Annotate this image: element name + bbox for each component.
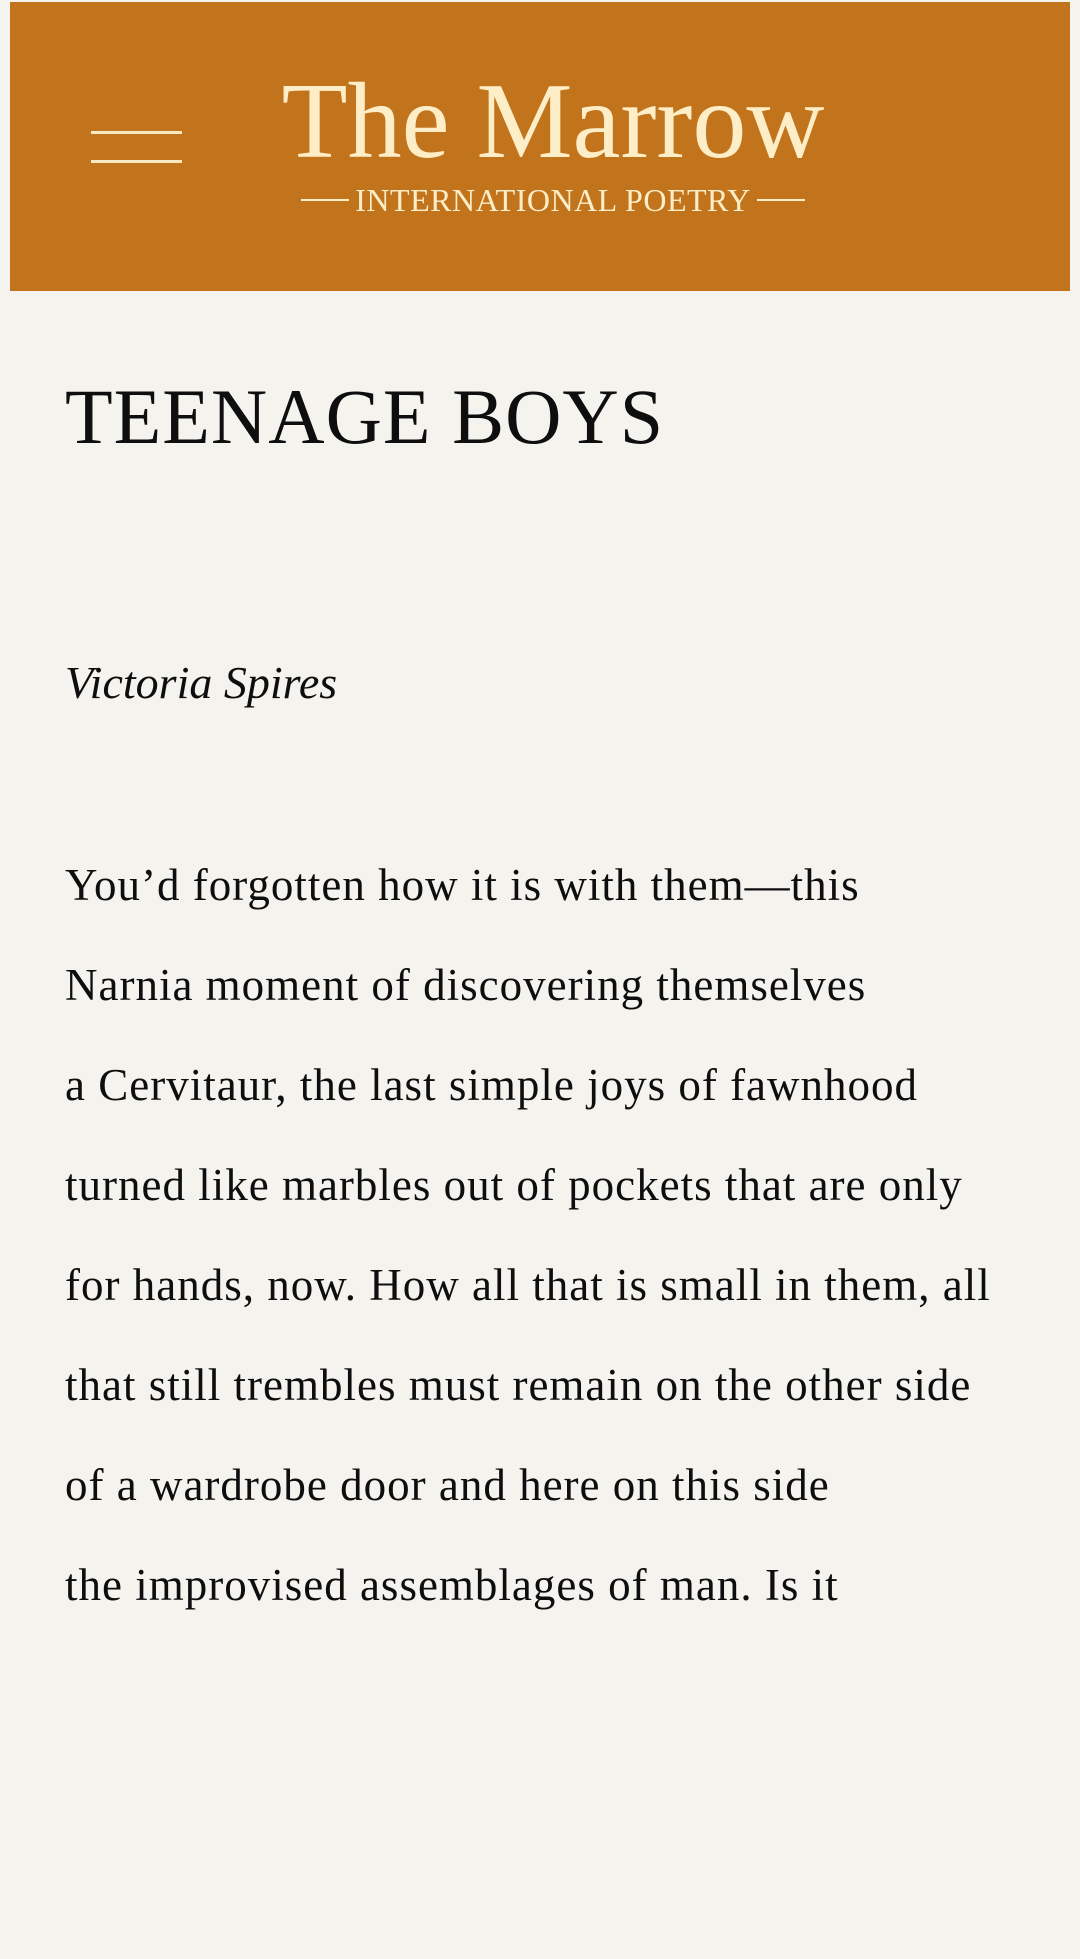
poem-line: of a wardrobe door and here on this side bbox=[65, 1460, 830, 1510]
site-logo[interactable]: The Marrow INTERNATIONAL POETRY bbox=[268, 62, 838, 217]
subtitle-rule-left bbox=[301, 199, 350, 201]
poem-title: TEENAGE BOYS bbox=[65, 373, 665, 460]
poem-body: You’d forgotten how it is with them—this… bbox=[65, 852, 1015, 1652]
site-subtitle: INTERNATIONAL POETRY bbox=[355, 182, 751, 218]
subtitle-rule-right bbox=[756, 199, 805, 201]
poem-line: that still trembles must remain on the o… bbox=[65, 1360, 972, 1410]
poem-line: the improvised assemblages of man. Is it bbox=[65, 1560, 839, 1610]
poem-line: for hands, now. How all that is small in… bbox=[65, 1260, 991, 1310]
poem-line: You’d forgotten how it is with them—this bbox=[65, 860, 860, 910]
poem-line: Narnia moment of discovering themselves bbox=[65, 960, 867, 1010]
hamburger-menu-icon[interactable] bbox=[80, 120, 184, 180]
menu-bar-top bbox=[91, 131, 182, 134]
site-subtitle-row: INTERNATIONAL POETRY bbox=[268, 184, 838, 216]
site-title: The Marrow bbox=[281, 62, 825, 181]
menu-bar-bottom bbox=[91, 160, 182, 163]
author-name[interactable]: Victoria Spires bbox=[65, 660, 337, 706]
site-header: The Marrow INTERNATIONAL POETRY bbox=[10, 2, 1070, 291]
poem-line: a Cervitaur, the last simple joys of faw… bbox=[65, 1060, 919, 1110]
poem-line: turned like marbles out of pockets that … bbox=[65, 1160, 963, 1210]
